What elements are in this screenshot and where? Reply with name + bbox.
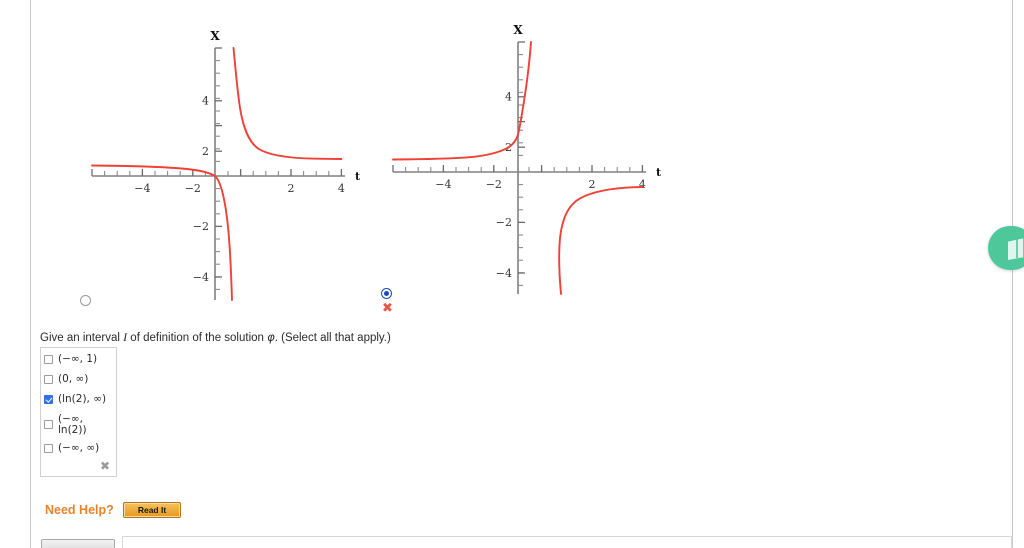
- svg-text:X: X: [210, 29, 220, 43]
- choice-label-3: (ln(2), ∞): [58, 393, 107, 405]
- svg-text:t: t: [355, 170, 361, 183]
- choice-label-2: (0, ∞): [58, 373, 89, 385]
- need-help-label: Need Help?: [45, 503, 114, 517]
- svg-text:4: 4: [639, 178, 646, 191]
- choice-row-5[interactable]: (−∞, ∞): [44, 443, 99, 454]
- svg-text:4: 4: [202, 95, 209, 108]
- svg-text:X: X: [513, 23, 523, 37]
- svg-text:−2: −2: [496, 216, 512, 229]
- book-icon: [1007, 236, 1024, 260]
- svg-text:−4: −4: [134, 182, 150, 195]
- side-tab-widget[interactable]: [988, 226, 1024, 270]
- svg-text:2: 2: [202, 145, 209, 158]
- symbol-phi: φ: [267, 330, 275, 344]
- choice-label-4: (−∞, ln(2)): [58, 414, 87, 436]
- svg-text:−2: −2: [185, 182, 201, 195]
- svg-text:−4: −4: [193, 271, 209, 284]
- choice-row-4[interactable]: (−∞, ln(2)): [44, 414, 87, 436]
- choice-label-5: (−∞, ∞): [58, 442, 100, 454]
- question-page: −4 −2 2 4 4 2 −2 −4 t X −4 −2 2 4 4 2 −2…: [0, 0, 1024, 548]
- read-it-button[interactable]: Read It: [123, 502, 181, 518]
- graph-option-1-plot: −4 −2 2 4 4 2 −2 −4 t X: [91, 29, 361, 301]
- svg-text:t: t: [656, 166, 662, 179]
- svg-text:−2: −2: [486, 178, 502, 191]
- choices-panel: (−∞, 1) (0, ∞) (ln(2), ∞) (−∞, ln(2)) (−…: [40, 347, 117, 477]
- question-middle: of definition of the solution: [127, 332, 268, 344]
- svg-text:2: 2: [589, 178, 596, 191]
- incorrect-x-icon: ✖: [382, 301, 393, 316]
- svg-text:−4: −4: [435, 178, 451, 191]
- choice-row-1[interactable]: (−∞, 1): [44, 354, 97, 365]
- question-suffix: . (Select all that apply.): [274, 332, 391, 344]
- content-right-rule: [1012, 0, 1013, 548]
- choice-checkbox-5[interactable]: [44, 444, 53, 453]
- content-left-rule: [30, 0, 31, 548]
- choice-label-4-line2: ln(2)): [58, 424, 87, 436]
- svg-text:4: 4: [505, 91, 512, 104]
- svg-text:4: 4: [338, 182, 345, 195]
- choice-checkbox-3[interactable]: [44, 395, 53, 404]
- question-prefix: Give an interval: [40, 332, 124, 344]
- choice-checkbox-4[interactable]: [44, 420, 53, 429]
- choice-checkbox-1[interactable]: [44, 355, 53, 364]
- svg-text:−2: −2: [193, 220, 209, 233]
- choice-checkbox-2[interactable]: [44, 375, 53, 384]
- graph-option-2-plot: −4 −2 2 4 4 2 −2 −4 t X: [392, 23, 662, 295]
- choice-label-1: (−∞, 1): [58, 353, 98, 365]
- svg-text:2: 2: [288, 182, 295, 195]
- graph-option-2[interactable]: −4 −2 2 4 4 2 −2 −4 t X: [375, 22, 675, 312]
- choice-row-2[interactable]: (0, ∞): [44, 374, 88, 385]
- graph-option-1-radio[interactable]: [80, 295, 91, 306]
- bottom-content-panel: [122, 536, 1012, 548]
- choice-row-3[interactable]: (ln(2), ∞): [44, 394, 106, 405]
- clear-x-icon[interactable]: ✖: [100, 460, 110, 472]
- graph-option-2-radio[interactable]: [381, 288, 392, 299]
- svg-text:−4: −4: [496, 267, 512, 280]
- graph-option-1[interactable]: −4 −2 2 4 4 2 −2 −4 t X: [72, 22, 372, 312]
- question-prompt: Give an interval I of definition of the …: [40, 330, 391, 345]
- bottom-toolbar-button[interactable]: [41, 539, 115, 548]
